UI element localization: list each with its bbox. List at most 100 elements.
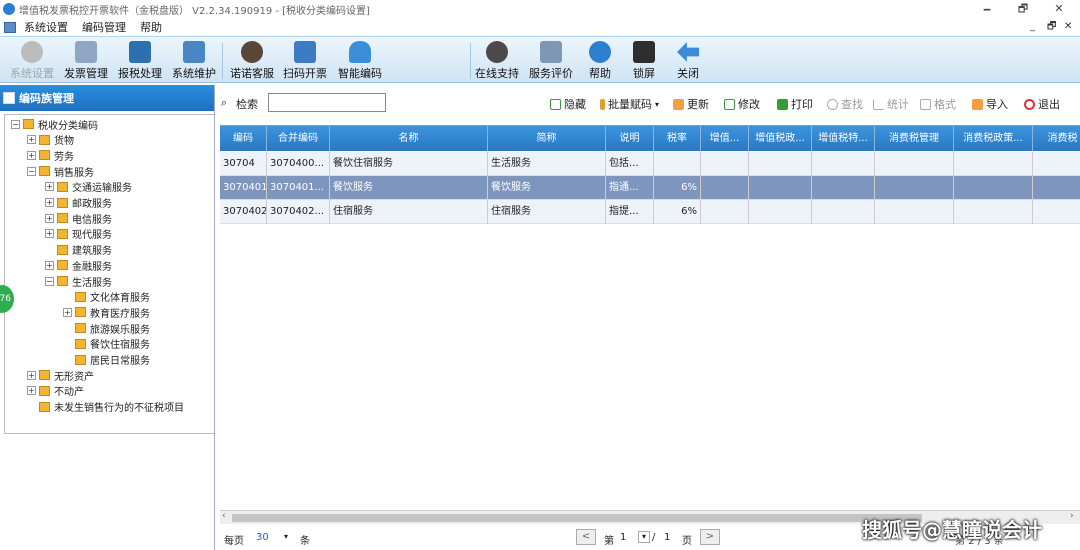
page-input[interactable]: 1 <box>620 532 626 543</box>
toolbar-nuonuo-service[interactable]: 诺诺客服 <box>224 39 280 82</box>
column-header[interactable]: 增值税政... <box>749 126 812 151</box>
tree-node[interactable]: + 不动产 <box>27 384 84 398</box>
column-header[interactable]: 消费税管理 <box>875 126 954 151</box>
per-page-label: 每页 <box>224 536 244 547</box>
hide-button[interactable]: 隐藏 <box>550 96 586 112</box>
toolbar-system-settings[interactable]: 系统设置 <box>4 39 60 82</box>
tree-node[interactable]: − 销售服务 <box>27 164 94 179</box>
toolbar-scan-invoice[interactable]: 扫码开票 <box>277 39 333 82</box>
page-dropdown-icon[interactable]: ▾ <box>638 531 650 543</box>
collapse-icon[interactable]: − <box>27 166 36 176</box>
expand-icon[interactable]: + <box>27 370 36 380</box>
tree-node[interactable]: 居民日常服务 <box>63 353 150 367</box>
column-header[interactable]: 说明 <box>606 126 654 151</box>
tree-node[interactable]: + 教育医疗服务 <box>63 305 150 320</box>
column-header[interactable]: 编码 <box>220 126 267 151</box>
expand-icon[interactable]: + <box>45 229 54 239</box>
exit-button[interactable]: 退出 <box>1024 96 1060 112</box>
tree-node[interactable]: 餐饮住宿服务 <box>63 337 150 351</box>
restore-button[interactable]: 🗗 <box>1008 0 1038 18</box>
child-close-button[interactable]: ✕ <box>1064 18 1072 36</box>
tree-node[interactable]: + 货物 <box>27 133 74 147</box>
column-header[interactable]: 简称 <box>488 126 606 151</box>
batch-code-button[interactable]: 批量赋码 ▾ <box>600 96 659 112</box>
prev-page-button[interactable]: < <box>576 529 596 545</box>
menu-code-management[interactable]: 编码管理 <box>82 19 126 35</box>
tree-node-label: 教育医疗服务 <box>90 308 150 320</box>
toolbar-online-support[interactable]: 在线支持 <box>469 39 525 82</box>
panel-menu-icon[interactable] <box>3 92 15 104</box>
tree-node[interactable]: + 电信服务 <box>45 211 112 226</box>
statistics-button[interactable]: 统计 <box>873 96 909 112</box>
collapse-icon[interactable]: − <box>45 276 54 286</box>
column-header[interactable]: 消费税 <box>1033 126 1080 151</box>
table-row[interactable]: 30704 3070400... 餐饮住宿服务 生活服务 包括... <box>220 152 1080 176</box>
toolbar-close[interactable]: 关闭 <box>660 39 716 82</box>
expand-icon[interactable]: + <box>63 307 72 317</box>
menu-help[interactable]: 帮助 <box>140 19 162 35</box>
tree-node[interactable]: − 税收分类编码 <box>11 117 98 132</box>
expand-icon[interactable]: + <box>27 386 36 396</box>
column-header[interactable]: 税率 <box>654 126 701 151</box>
edit-button[interactable]: 修改 <box>724 96 760 112</box>
folder-icon <box>57 228 68 239</box>
toolbar-tax-processing[interactable]: 报税处理 <box>112 39 168 82</box>
tree-node-label: 税收分类编码 <box>38 120 98 132</box>
per-page-select[interactable]: 30 <box>256 532 269 543</box>
tree-node[interactable]: + 无形资产 <box>27 368 94 383</box>
update-button[interactable]: 更新 <box>673 96 709 112</box>
menu-system-settings[interactable]: 系统设置 <box>24 19 68 35</box>
collapse-icon[interactable]: − <box>11 119 20 129</box>
tree-node[interactable]: + 邮政服务 <box>45 196 112 210</box>
power-icon <box>1024 98 1035 110</box>
toolbar-invoice-management[interactable]: 发票管理 <box>58 39 114 82</box>
scroll-right-icon[interactable]: › <box>1070 511 1074 521</box>
format-button[interactable]: 格式 <box>920 96 956 112</box>
expand-icon[interactable]: + <box>27 150 36 160</box>
find-button[interactable]: 查找 <box>827 96 863 112</box>
child-minimize-button[interactable]: _ <box>1030 18 1035 36</box>
column-header[interactable]: 增值... <box>701 126 749 151</box>
chevron-down-icon: ▾ <box>655 99 660 109</box>
tree-node-label: 旅游娱乐服务 <box>90 324 150 336</box>
search-input[interactable] <box>268 93 386 112</box>
tree-node[interactable]: − 生活服务 <box>45 274 112 289</box>
close-window-button[interactable]: ✕ <box>1044 0 1074 18</box>
scrollbar-thumb[interactable] <box>232 514 922 522</box>
expand-icon[interactable]: + <box>45 198 54 207</box>
print-button[interactable]: 打印 <box>777 96 813 112</box>
table-cell <box>749 152 812 176</box>
expand-icon[interactable]: + <box>45 260 54 270</box>
tree-node[interactable]: 旅游娱乐服务 <box>63 321 150 336</box>
column-header[interactable]: 名称 <box>330 126 488 151</box>
tree-node[interactable]: + 劳务 <box>27 148 74 163</box>
toolbar-smart-coding[interactable]: 智能编码 <box>332 39 388 82</box>
minimize-button[interactable]: 🗕 <box>972 0 1002 18</box>
toolbar-service-review[interactable]: 服务评价 <box>523 39 579 82</box>
column-header[interactable]: 合并编码 <box>267 126 330 151</box>
tree-node-label: 交通运输服务 <box>72 183 132 195</box>
expand-icon[interactable]: + <box>45 182 54 192</box>
child-restore-button[interactable]: 🗗 <box>1047 18 1056 36</box>
import-button[interactable]: 导入 <box>972 96 1008 112</box>
page-suffix: 页 <box>682 536 692 547</box>
find-icon <box>827 98 838 110</box>
toolbar-system-maintenance[interactable]: 系统维护 <box>166 39 222 82</box>
tree-node[interactable]: + 金融服务 <box>45 258 112 273</box>
expand-icon[interactable]: + <box>27 135 36 145</box>
table-row[interactable]: 3070401 3070401... 餐饮服务 餐饮服务 指通... 6% <box>220 176 1080 200</box>
chevron-down-icon[interactable]: ▾ <box>284 532 288 541</box>
tree-node[interactable]: 建筑服务 <box>45 243 112 257</box>
next-page-button[interactable]: > <box>700 529 720 545</box>
column-header[interactable]: 增值税特... <box>812 126 875 151</box>
tree-node[interactable]: 未发生销售行为的不征税项目 <box>27 400 184 414</box>
expand-icon[interactable]: + <box>45 213 54 223</box>
window-title: 增值税发票税控开票软件（金税盘版） V2.2.34.190919 - [税收分类… <box>19 5 370 17</box>
scroll-left-icon[interactable]: ‹ <box>222 511 226 521</box>
tree-node[interactable]: + 现代服务 <box>45 227 112 241</box>
search-label: 检索 <box>236 98 258 111</box>
tree-node[interactable]: 文化体育服务 <box>63 290 150 304</box>
tree-node[interactable]: + 交通运输服务 <box>45 180 132 194</box>
column-header[interactable]: 消费税政策... <box>954 126 1033 151</box>
table-row[interactable]: 3070402 3070402... 住宿服务 住宿服务 指提... 6% <box>220 200 1080 224</box>
